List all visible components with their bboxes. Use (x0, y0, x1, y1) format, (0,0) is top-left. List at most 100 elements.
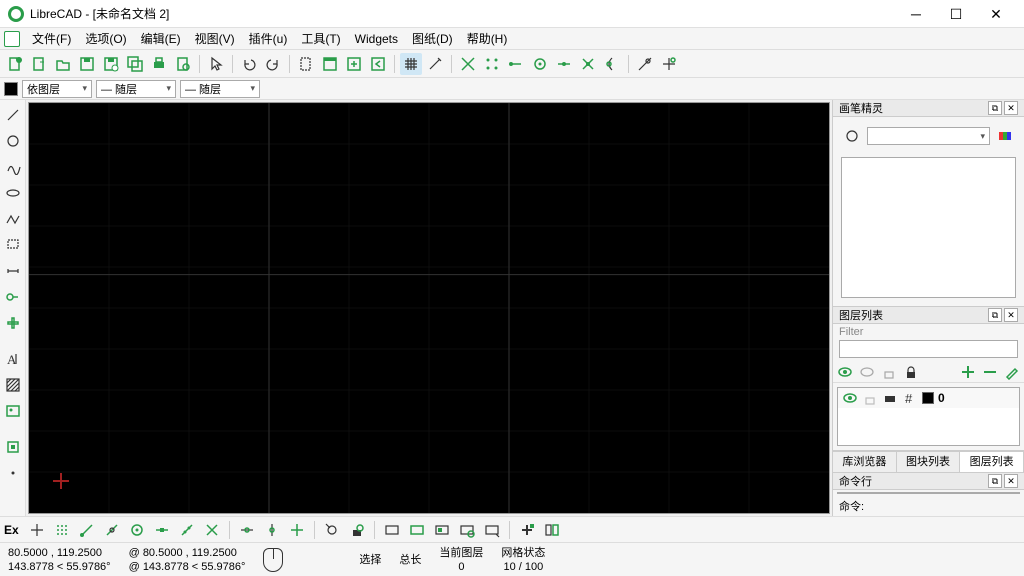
restrict-v-bottom[interactable] (261, 519, 283, 541)
modify-tool[interactable] (2, 286, 24, 308)
info-tool[interactable] (2, 312, 24, 334)
select-contour-bottom[interactable] (481, 519, 503, 541)
tab-blocks[interactable]: 图块列表 (897, 452, 961, 472)
menu-help[interactable]: 帮助(H) (461, 28, 514, 49)
zoom-auto-button[interactable] (343, 53, 365, 75)
snap-dist-bottom[interactable] (176, 519, 198, 541)
layer-close-button[interactable]: ✕ (1004, 308, 1018, 322)
minimize-button[interactable]: ─ (896, 0, 936, 28)
cmd-close-button[interactable]: ✕ (1004, 474, 1018, 488)
restrict-h-bottom[interactable] (236, 519, 258, 541)
layer-add-icon[interactable] (960, 364, 976, 380)
pointer-button[interactable] (205, 53, 227, 75)
snap-on-entity-button[interactable] (601, 53, 623, 75)
curve-tool[interactable] (2, 156, 24, 178)
snap-middle-button[interactable] (553, 53, 575, 75)
linetype-combo[interactable]: — 随层 (96, 80, 176, 98)
layer-list[interactable]: # 0 (837, 387, 1020, 446)
grid-toggle-button[interactable] (400, 53, 422, 75)
layer-add-bottom[interactable] (516, 519, 538, 541)
layer-filter-input[interactable] (839, 340, 1018, 358)
snap-intersect-bottom[interactable] (201, 519, 223, 541)
save-all-button[interactable] (124, 53, 146, 75)
save-as-button[interactable] (100, 53, 122, 75)
new-from-template-button[interactable] (28, 53, 50, 75)
snap-intersection-button[interactable] (577, 53, 599, 75)
print-button[interactable] (148, 53, 170, 75)
snap-middle-bottom[interactable] (151, 519, 173, 541)
lineweight-combo[interactable]: — 随层 (180, 80, 260, 98)
undo-button[interactable] (238, 53, 260, 75)
image-tool[interactable] (2, 400, 24, 422)
snap-endpoint-button[interactable] (505, 53, 527, 75)
snap-entity-bottom[interactable] (101, 519, 123, 541)
maximize-button[interactable]: ☐ (936, 0, 976, 28)
snap-grid-bottom[interactable] (51, 519, 73, 541)
pen-close-button[interactable]: ✕ (1004, 101, 1018, 115)
restrict-ortho-bottom[interactable] (286, 519, 308, 541)
menu-options[interactable]: 选项(O) (79, 28, 132, 49)
eye-show-icon[interactable] (837, 364, 853, 380)
deselect-bottom[interactable] (381, 519, 403, 541)
color-swatch[interactable] (4, 82, 18, 96)
zoom-window-button[interactable] (319, 53, 341, 75)
pen-pick-button[interactable] (841, 125, 863, 147)
print-state-icon[interactable] (882, 390, 898, 406)
lock-relzero-bottom[interactable] (346, 519, 368, 541)
print-preview-button[interactable] (172, 53, 194, 75)
select-tool[interactable] (2, 234, 24, 256)
snap-grid-button[interactable] (481, 53, 503, 75)
pen-undock-button[interactable]: ⧉ (988, 101, 1002, 115)
zoom-previous-button[interactable] (367, 53, 389, 75)
select-all-bottom[interactable] (406, 519, 428, 541)
cmd-undock-button[interactable]: ⧉ (988, 474, 1002, 488)
restrict-ortho-button[interactable] (658, 53, 680, 75)
save-button[interactable] (76, 53, 98, 75)
layer-row[interactable]: # 0 (838, 388, 1019, 408)
dimension-tool[interactable] (2, 260, 24, 282)
layer-remove-icon[interactable] (982, 364, 998, 380)
select-layer-bottom[interactable] (456, 519, 478, 541)
polyline-tool[interactable] (2, 208, 24, 230)
block-tool[interactable] (2, 436, 24, 458)
pen-preset-combo[interactable] (867, 127, 990, 145)
select-inv-bottom[interactable] (431, 519, 453, 541)
menu-edit[interactable]: 编辑(E) (135, 28, 187, 49)
circle-tool[interactable] (2, 130, 24, 152)
line-tool[interactable] (2, 104, 24, 126)
unlock-icon[interactable] (881, 364, 897, 380)
relative-zero-bottom[interactable] (321, 519, 343, 541)
layer-combo[interactable]: 依图层 (22, 80, 92, 98)
open-button[interactable] (52, 53, 74, 75)
layer-color-swatch[interactable] (922, 392, 934, 404)
redo-button[interactable] (262, 53, 284, 75)
new-button[interactable] (4, 53, 26, 75)
menu-plugins[interactable]: 插件(u) (243, 28, 294, 49)
snap-free-button[interactable] (457, 53, 479, 75)
snap-end-bottom[interactable] (76, 519, 98, 541)
eye-icon[interactable] (842, 390, 858, 406)
hatch-tool[interactable] (2, 374, 24, 396)
layer-manage-bottom[interactable] (541, 519, 563, 541)
lock-state-icon[interactable] (862, 390, 878, 406)
snap-center-bottom[interactable] (126, 519, 148, 541)
menu-drawings[interactable]: 图纸(D) (406, 28, 459, 49)
menu-widgets[interactable]: Widgets (349, 30, 404, 48)
menu-file[interactable]: 文件(F) (26, 28, 77, 49)
eye-hide-icon[interactable] (859, 364, 875, 380)
ellipse-tool[interactable] (2, 182, 24, 204)
lock-icon[interactable] (903, 364, 919, 380)
point-tool[interactable] (2, 462, 24, 484)
snap-free-bottom[interactable] (26, 519, 48, 541)
menu-tools[interactable]: 工具(T) (295, 28, 346, 49)
layer-edit-icon[interactable] (1004, 364, 1020, 380)
tab-layers[interactable]: 图层列表 (960, 452, 1024, 472)
drawing-canvas[interactable] (28, 102, 830, 514)
menu-view[interactable]: 视图(V) (189, 28, 241, 49)
ex-label[interactable]: Ex (4, 523, 19, 537)
snap-center-button[interactable] (529, 53, 551, 75)
tab-library[interactable]: 库浏览器 (833, 452, 897, 472)
cut-button[interactable] (295, 53, 317, 75)
close-button[interactable]: ✕ (976, 0, 1016, 28)
construction-icon[interactable]: # (902, 390, 918, 406)
